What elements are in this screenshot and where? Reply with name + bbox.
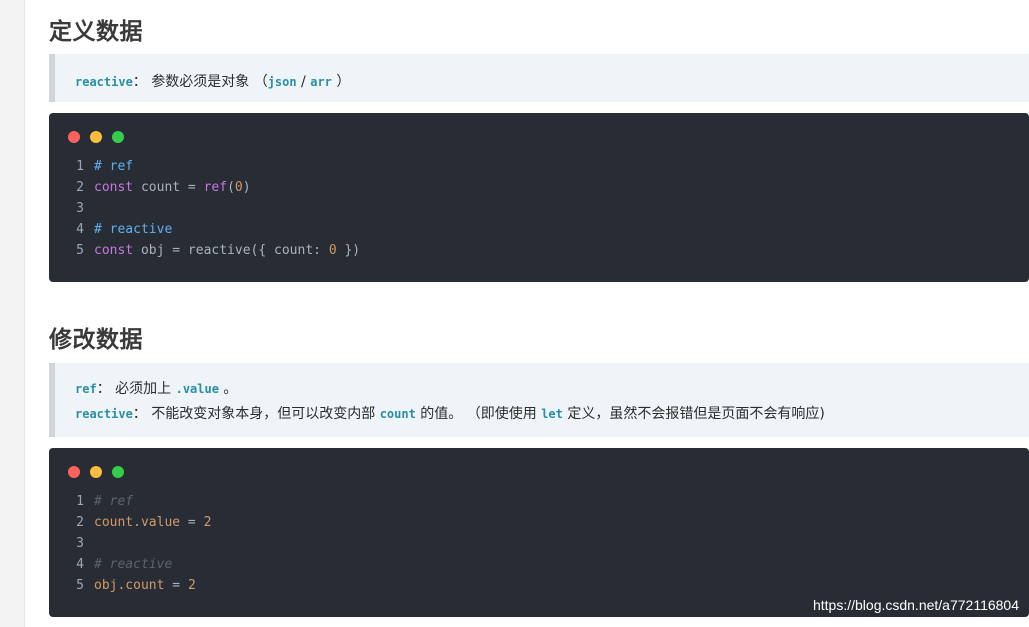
note-text: ： 不能改变对象本身，但可以改变内部 <box>132 406 380 422</box>
code-token: 2 <box>187 578 196 593</box>
yellow-dot-icon <box>90 466 102 478</box>
code-token: const <box>94 180 134 195</box>
inline-code: ref <box>75 382 97 396</box>
code-token: # reactive <box>94 222 173 237</box>
window-dots <box>68 128 134 143</box>
note-text: 。 <box>218 381 238 397</box>
green-dot-icon <box>112 131 124 143</box>
inline-code: let <box>541 407 563 421</box>
yellow-dot-icon <box>90 131 102 143</box>
line-number: 4 <box>76 222 84 237</box>
code-line: 3 <box>49 198 360 219</box>
inline-code: reactive <box>75 407 133 421</box>
code-line: 1 # ref <box>49 156 360 177</box>
section-title-modify-data: 修改数据 <box>49 327 143 353</box>
code-block-define-data: 1 # ref 2 const count = ref(0) 3 4 # reactive 5… <box>49 113 1029 282</box>
green-dot-icon <box>112 466 124 478</box>
line-number: 2 <box>76 180 84 195</box>
note-text: ： 参数必须是对象 （ <box>132 74 268 90</box>
code-token: # ref <box>94 159 134 174</box>
code-token: ref <box>203 180 228 195</box>
code-line: 2 count.value = 2 <box>49 512 211 533</box>
inline-code: reactive <box>75 75 133 89</box>
code-token: 2 <box>203 515 212 530</box>
code-line: 5 const obj = reactive({ count: 0 }) <box>49 240 360 261</box>
line-number: 5 <box>76 243 84 258</box>
code-line: 4 # reactive <box>49 554 211 575</box>
line-number: 4 <box>76 557 84 572</box>
window-dots <box>68 463 134 478</box>
inline-code: arr <box>310 75 332 89</box>
code-line: 4 # reactive <box>49 219 360 240</box>
line-number: 3 <box>76 536 84 551</box>
note-modify-data: ref： 必须加上 .value 。 reactive： 不能改变对象本身，但可… <box>49 363 1029 437</box>
code-line: 3 <box>49 533 211 554</box>
code-token: 0 <box>328 243 337 258</box>
note-text: 定义，虽然不会报错但是页面不会有响应) <box>562 406 825 422</box>
code-token: ) <box>242 180 251 195</box>
line-number: 3 <box>76 201 84 216</box>
line-number: 1 <box>76 494 84 509</box>
code-line: 1 # ref <box>49 491 211 512</box>
inline-code: .value <box>175 382 219 396</box>
code-lines: 1 # ref 2 const count = ref(0) 3 4 # reactive 5… <box>49 156 360 261</box>
code-token: count.value <box>94 515 181 530</box>
code-line: 5 obj.count = 2 <box>49 575 211 596</box>
note-define-data: reactive： 参数必须是对象 （json / arr ） <box>49 54 1029 102</box>
inline-code: count <box>379 407 416 421</box>
code-token: # reactive <box>94 557 173 572</box>
code-token: = <box>164 578 188 593</box>
code-token: count = <box>133 180 204 195</box>
inline-code: json <box>267 75 297 89</box>
note-text: ： 必须加上 <box>96 381 176 397</box>
code-lines: 1 # ref 2 count.value = 2 3 4 # reactive 5 obj.c… <box>49 491 211 596</box>
red-dot-icon <box>68 131 80 143</box>
code-token: 0 <box>234 180 243 195</box>
watermark-url: https://blog.csdn.net/a772116804 <box>812 597 1019 613</box>
note-separator: / <box>296 74 311 90</box>
note-text: 的值。 （即使使用 <box>415 406 542 422</box>
code-token: }) <box>336 243 361 258</box>
code-token: obj = reactive({ count: <box>133 243 329 258</box>
code-token: ( <box>227 180 235 195</box>
line-number: 1 <box>76 159 84 174</box>
section-title-define-data: 定义数据 <box>49 19 143 45</box>
red-dot-icon <box>68 466 80 478</box>
left-gutter <box>0 0 25 627</box>
code-token: = <box>180 515 204 530</box>
line-number: 5 <box>76 578 84 593</box>
code-line: 2 const count = ref(0) <box>49 177 360 198</box>
note-line: reactive： 不能改变对象本身，但可以改变内部 count 的值。 （即使… <box>75 402 1029 427</box>
code-token: obj.count <box>94 578 165 593</box>
note-text: ） <box>331 74 351 90</box>
line-number: 2 <box>76 515 84 530</box>
note-line: ref： 必须加上 .value 。 <box>75 377 1029 402</box>
note-line: reactive： 参数必须是对象 （json / arr ） <box>75 70 1029 95</box>
code-block-modify-data: 1 # ref 2 count.value = 2 3 4 # reactive 5 obj.c… <box>49 448 1029 617</box>
code-token: # ref <box>94 494 134 509</box>
code-token: const <box>94 243 134 258</box>
